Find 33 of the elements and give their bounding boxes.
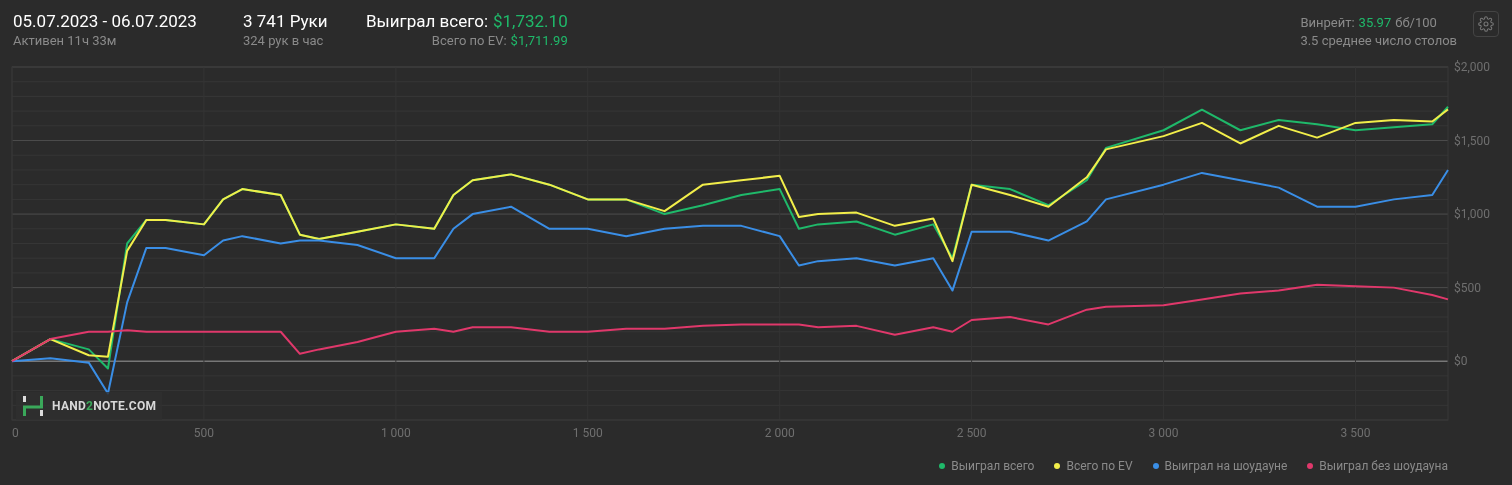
legend-label[interactable]: Выиграл на шоудауне	[1164, 457, 1288, 475]
winrate-unit: бб/100	[1395, 14, 1437, 32]
active-time: Активен 11ч 33м	[13, 32, 118, 50]
x-axis-label: 2 500	[956, 426, 987, 440]
winrate-label: Винрейт:	[1300, 14, 1355, 32]
y-axis-label: $2,000	[1454, 60, 1491, 74]
ev-label: Всего по EV:	[431, 32, 507, 50]
hands-count: 3 741 Руки	[243, 10, 329, 32]
x-axis-label: 1 000	[380, 426, 411, 440]
y-axis-label: $1,000	[1454, 207, 1491, 222]
ev-value: $1,711.99	[510, 32, 568, 50]
settings-button[interactable]	[1473, 11, 1499, 37]
x-axis-label: 1 500	[572, 426, 603, 440]
average-tables: 3.5 среднее число столов	[1300, 32, 1457, 50]
y-axis-label: $1,500	[1454, 133, 1491, 148]
x-axis-label: 2 000	[764, 426, 795, 440]
logo-icon	[22, 395, 44, 417]
hands-per-hour: 324 рук в час	[243, 32, 325, 50]
x-axis-label: 3 500	[1340, 426, 1371, 440]
legend-label[interactable]: Выиграл без шоудауна	[1319, 457, 1448, 475]
legend-label[interactable]: Выиграл всего	[951, 457, 1035, 475]
settings-icon	[1478, 16, 1494, 32]
won-label: Выиграл всего:	[366, 10, 488, 32]
y-axis-label: $500	[1454, 280, 1481, 295]
x-axis-label: 0	[12, 426, 19, 440]
legend-label[interactable]: Всего по EV	[1066, 457, 1133, 475]
y-axis-label: $0	[1454, 354, 1468, 369]
date-range: 05.07.2023 - 06.07.2023	[13, 10, 198, 32]
won-value: $1,732.10	[493, 10, 568, 32]
x-axis-label: 3 000	[1148, 426, 1179, 440]
watermark-text: HAND2NOTE.COM	[52, 398, 157, 415]
winrate-value: 35.97	[1358, 14, 1392, 32]
x-axis-label: 500	[193, 426, 215, 440]
